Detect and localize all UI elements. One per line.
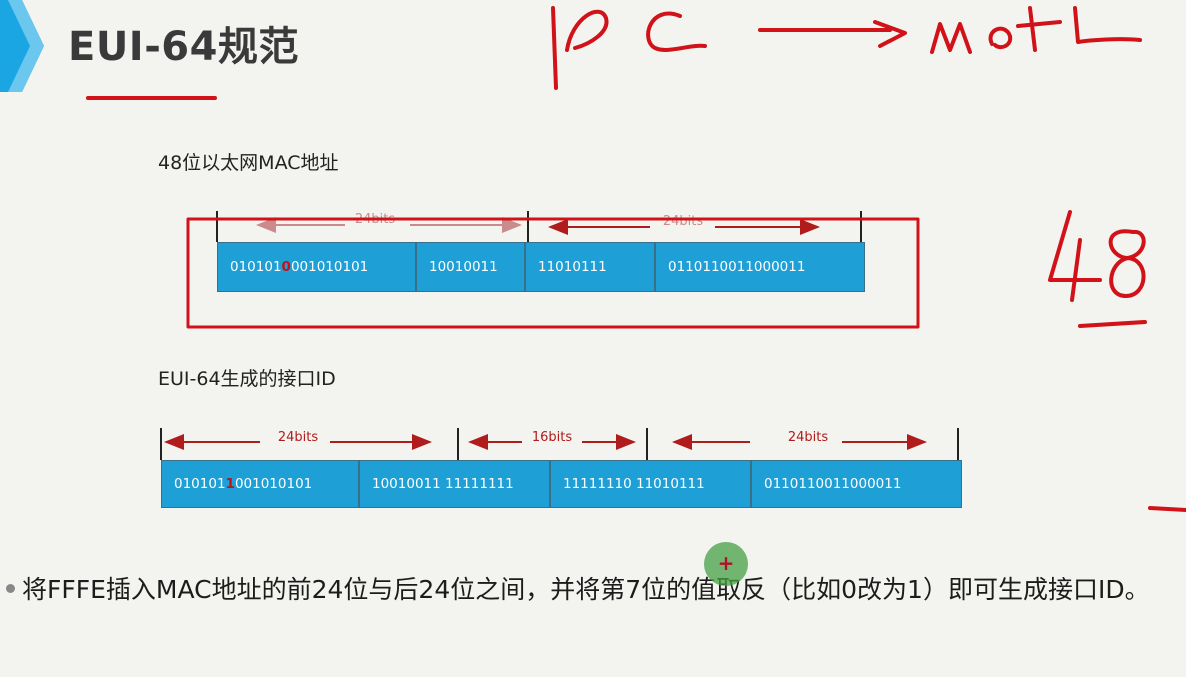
eui-segment-2: 10010011 11111111 [360, 461, 551, 507]
dim-label-eui-fffe: 16bits [529, 430, 575, 445]
mac-segment-3: 11010111 [526, 243, 656, 291]
eui-segment-1: 010101 1 001010101 [162, 461, 360, 507]
seventh-bit: 0 [281, 259, 291, 275]
eui-segment-3: 11111110 11010111 [551, 461, 752, 507]
eui64-interface-id-label: EUI-64生成的接口ID [158, 368, 336, 390]
mac-segment-2: 10010011 [417, 243, 526, 291]
bullet-dot [6, 584, 15, 593]
mac-segment-1: 010101 0 001010101 [218, 243, 417, 291]
explanation-text: 将FFFE插入MAC地址的前24位与后24位之间，并将第7位的值取反（比如0改为… [22, 575, 1150, 604]
dim-label-eui-nic: 24bits [785, 430, 831, 445]
mac-segment-4: 0110110011000011 [668, 259, 806, 275]
eui-segment-4: 0110110011000011 [764, 476, 902, 492]
cursor-marker-icon: + [704, 542, 748, 586]
dim-label-mac-nic: 24bits [660, 214, 706, 229]
dim-label-eui-oui: 24bits [275, 430, 321, 445]
seventh-bit-inverted: 1 [225, 476, 235, 492]
mac-address-bar: 010101 0 001010101 10010011 11010111 01101… [217, 242, 865, 292]
eui64-interface-id-bar: 010101 1 001010101 10010011 11111111 11111… [161, 460, 962, 508]
dim-label-mac-oui: 24bits [352, 212, 398, 227]
